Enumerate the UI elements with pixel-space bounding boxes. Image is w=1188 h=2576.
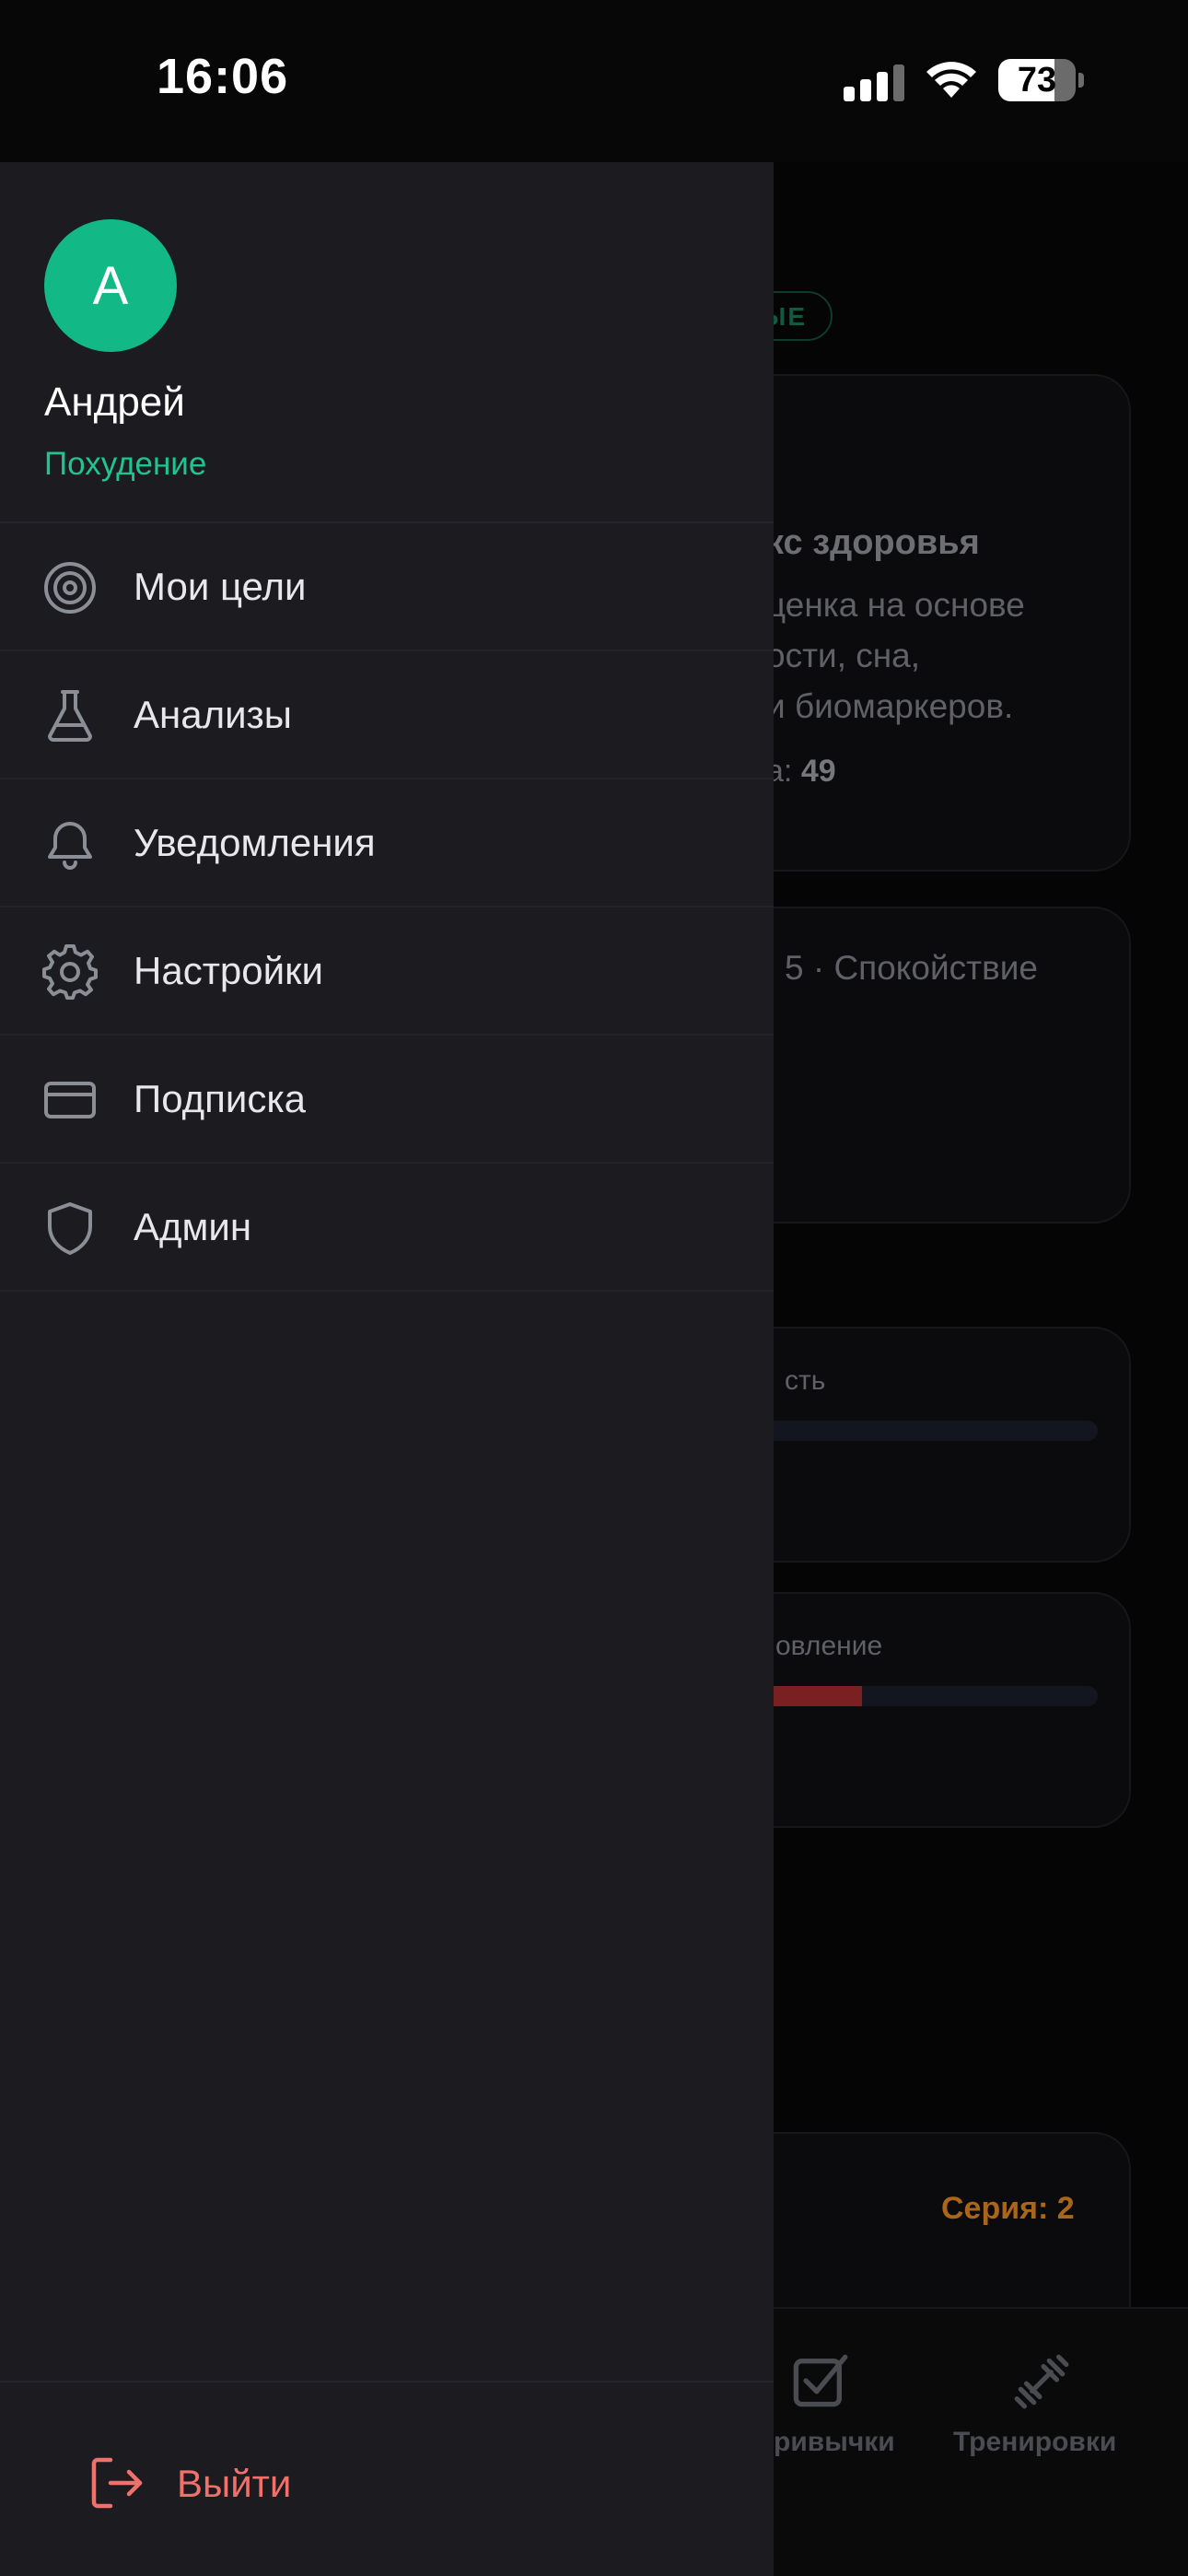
metric-2-bar [729, 1686, 1098, 1706]
health-card-score: а: 49 [766, 754, 836, 789]
menu-item-label: Уведомления [134, 821, 376, 864]
user-name: Андрей [44, 380, 185, 425]
menu-item-label: Анализы [134, 693, 292, 736]
gear-icon [42, 944, 98, 1000]
status-bar: 16:06 73 [0, 0, 1188, 162]
metric-2-label: овление [775, 1631, 883, 1661]
metric-1-bar [729, 1421, 1098, 1441]
bell-icon [48, 822, 92, 870]
menu-item-goals[interactable]: Мои цели [0, 523, 774, 651]
dumbbell-icon[interactable] [1011, 2351, 1072, 2412]
side-drawer: А Андрей Похудение Мои цели Анализы Увед… [0, 162, 774, 2576]
menu-item-label: Подписка [134, 1077, 306, 1120]
menu-item-notifications[interactable]: Уведомления [0, 779, 774, 907]
flask-icon [48, 690, 92, 742]
menu-item-label: Настройки [134, 949, 323, 992]
logout-icon [91, 2457, 143, 2509]
health-card-title: кс здоровья [766, 523, 980, 562]
nav-workouts-label[interactable]: Тренировки [953, 2427, 1116, 2458]
menu-item-settings[interactable]: Настройки [0, 907, 774, 1036]
nav-habits-label[interactable]: ривычки [774, 2427, 895, 2458]
credit-card-icon [44, 1082, 96, 1118]
health-card-desc-2: ости, сна, [766, 637, 921, 674]
menu-item-label: Мои цели [134, 565, 307, 608]
metric-1-label: сть [785, 1365, 826, 1396]
shield-icon [48, 1202, 92, 1255]
menu-item-admin[interactable]: Админ [0, 1164, 774, 1292]
logout-button[interactable]: Выйти [88, 2451, 365, 2515]
target-icon [44, 562, 96, 614]
wifi-icon [926, 62, 976, 98]
streak-text: Серия: 2 [941, 2191, 1075, 2226]
status-time: 16:06 [157, 49, 289, 104]
cellular-signal-icon [844, 64, 904, 101]
battery-percent: 73 [1017, 61, 1057, 100]
health-card-desc-3: и биомаркеров. [766, 687, 1014, 725]
user-goal: Похудение [44, 446, 207, 482]
menu-item-subscription[interactable]: Подписка [0, 1036, 774, 1164]
avatar[interactable]: А [44, 219, 177, 352]
menu-item-label: Админ [134, 1205, 252, 1248]
health-card-desc-1: ценка на основе [766, 586, 1025, 624]
drawer-footer: Выйти [0, 2381, 774, 2576]
logout-label: Выйти [177, 2462, 292, 2505]
menu-item-analyses[interactable]: Анализы [0, 651, 774, 779]
battery-icon: 73 [998, 59, 1084, 101]
drawer-profile[interactable]: А Андрей Похудение [0, 162, 774, 523]
habits-check-icon[interactable] [790, 2351, 849, 2410]
mood-text: 5 · Спокойствие [785, 949, 1038, 987]
